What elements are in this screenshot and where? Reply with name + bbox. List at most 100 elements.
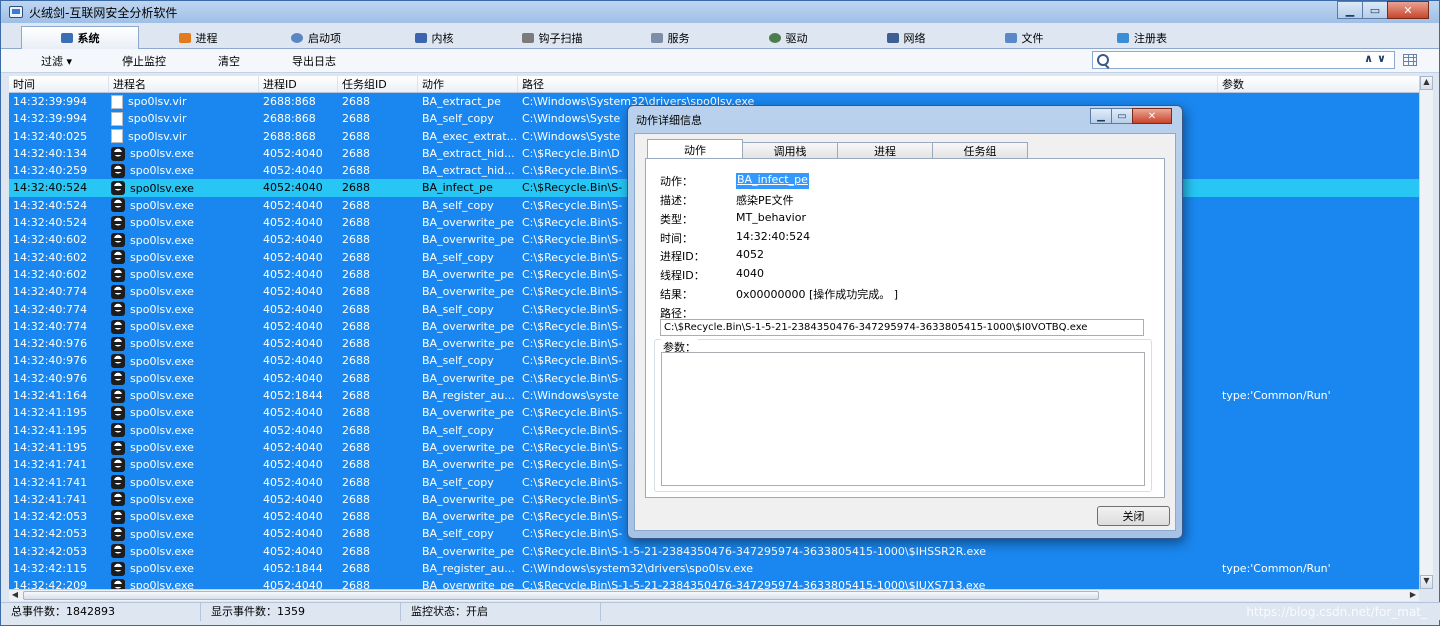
cell-process-name: spo0lsv.exe — [109, 318, 259, 335]
export-log-button[interactable]: 导出日志 — [280, 53, 348, 69]
column-settings-icon[interactable] — [1403, 54, 1417, 66]
tab-network[interactable]: 网络 — [847, 26, 965, 49]
field-value[interactable]: 14:32:40:524 — [736, 230, 810, 246]
field-value[interactable]: 4040 — [736, 267, 764, 283]
field-value[interactable]: 0x00000000 [操作成功完成。 ] — [736, 286, 898, 302]
col-action[interactable]: 动作 — [418, 76, 518, 92]
cell-param: type:'Common/Run' — [1222, 389, 1331, 403]
cell-time: 14:32:42:053 — [13, 527, 88, 541]
dialog-minimize-button[interactable]: ▁ — [1090, 108, 1112, 124]
tab-action[interactable]: 动作 — [647, 139, 743, 159]
cell-time: 14:32:40:524 — [13, 216, 88, 230]
table-row[interactable]: 14:32:42:115 spo0lsv.exe 4052:1844 2688 BA_r… — [9, 560, 1433, 578]
field-value[interactable]: 感染PE文件 — [736, 192, 794, 208]
col-task-group-id[interactable]: 任务组ID — [338, 76, 418, 92]
cell-time: 14:32:41:741 — [13, 475, 88, 489]
minimize-button[interactable]: ▁ — [1337, 1, 1363, 19]
cell-time: 14:32:41:195 — [13, 440, 88, 454]
cell-param — [1218, 370, 1433, 387]
scroll-right-icon[interactable]: ▶ — [1407, 590, 1419, 601]
cell-param — [1218, 93, 1433, 110]
horizontal-scrollbar[interactable]: ◀ ▶ — [9, 589, 1419, 601]
search-input[interactable]: ∧∨ — [1092, 51, 1395, 69]
cell-task-group-id: 2688 — [342, 146, 370, 160]
tab-task-group[interactable]: 任务组 — [932, 142, 1028, 159]
horizontal-scroll-thumb[interactable] — [23, 591, 1099, 600]
cell-process-id: 4052:1844 — [263, 389, 323, 403]
cell-time: 14:32:40:774 — [13, 319, 88, 333]
col-process-name[interactable]: 进程名 — [109, 76, 259, 92]
tab-registry[interactable]: 注册表 — [1083, 26, 1201, 49]
cell-task-group-id: 2688 — [342, 112, 370, 126]
tab-label: 服务 — [667, 31, 690, 45]
dialog-maximize-button[interactable]: ▭ — [1111, 108, 1133, 124]
col-path[interactable]: 路径 — [518, 76, 1218, 92]
search-nav-arrows[interactable]: ∧∨ — [1364, 52, 1390, 65]
cell-process-name: spo0lsv.exe — [109, 266, 259, 283]
tab-service[interactable]: 服务 — [611, 26, 729, 49]
scroll-left-icon[interactable]: ◀ — [9, 590, 21, 601]
cell-task-group-id: 2688 — [342, 354, 370, 368]
cell-process-name: spo0lsv.exe — [109, 301, 259, 318]
process-name-text: spo0lsv.exe — [130, 268, 194, 282]
field-value[interactable]: 4052 — [736, 248, 764, 264]
table-row[interactable]: 14:32:42:053 spo0lsv.exe 4052:4040 2688 BA_o… — [9, 542, 1433, 561]
cell-process-id: 4052:4040 — [263, 440, 323, 454]
clear-button[interactable]: 清空 — [206, 53, 252, 69]
tab-dialog-process[interactable]: 进程 — [837, 142, 933, 159]
tab-process[interactable]: 进程 — [139, 26, 257, 49]
panda-process-icon — [111, 181, 125, 196]
table-row[interactable]: 14:32:42:209 spo0lsv.exe 4052:4040 2688 BA_o… — [9, 577, 1433, 589]
tab-file[interactable]: 文件 — [965, 26, 1083, 49]
tab-system[interactable]: 系统 — [21, 26, 139, 49]
cell-action: BA_overwrite_pe — [422, 319, 515, 333]
scroll-down-icon[interactable]: ▼ — [1420, 575, 1433, 589]
params-field[interactable] — [661, 352, 1145, 486]
cell-process-name: spo0lsv.exe — [109, 197, 259, 214]
cell-process-name: spo0lsv.exe — [109, 387, 259, 404]
network-icon — [886, 32, 899, 43]
cell-process-id: 4052:4040 — [263, 579, 323, 589]
vertical-scrollbar[interactable]: ▲ ▼ — [1419, 76, 1433, 589]
tab-driver[interactable]: 驱动 — [729, 26, 847, 49]
cell-time: 14:32:41:164 — [13, 389, 88, 403]
dialog-close-button[interactable]: 关闭 — [1097, 506, 1170, 526]
filter-button[interactable]: 过滤 ▾ — [1, 53, 82, 69]
tab-startup[interactable]: 启动项 — [257, 26, 375, 49]
cell-action: BA_overwrite_pe — [422, 267, 515, 281]
close-button[interactable]: ✕ — [1387, 1, 1429, 19]
cell-action: BA_overwrite_pe — [422, 285, 515, 299]
cell-param — [1218, 577, 1433, 589]
cell-param — [1218, 404, 1433, 421]
cell-task-group-id: 2688 — [342, 562, 370, 576]
tab-kernel[interactable]: 内核 — [375, 26, 493, 49]
tab-hook-scan[interactable]: 钩子扫描 — [493, 26, 611, 49]
cell-process-name: spo0lsv.exe — [109, 145, 259, 162]
field-label: 描述： — [660, 194, 693, 207]
cell-task-group-id: 2688 — [342, 389, 370, 403]
dialog-close-x-button[interactable]: ✕ — [1132, 108, 1172, 124]
col-time[interactable]: 时间 — [9, 76, 109, 92]
cell-process-id: 4052:4040 — [263, 406, 323, 420]
cell-task-group-id: 2688 — [342, 319, 370, 333]
scroll-up-icon[interactable]: ▲ — [1420, 76, 1433, 90]
cell-param: type:'Common/Run' — [1222, 562, 1331, 576]
path-field[interactable]: C:\$Recycle.Bin\S-1-5-21-2384350476-3472… — [660, 319, 1144, 336]
col-process-id[interactable]: 进程ID — [259, 76, 338, 92]
cell-action: BA_self_copy — [422, 527, 494, 541]
panda-process-icon — [111, 423, 125, 438]
dialog-title: 动作详细信息 — [636, 114, 702, 127]
cell-task-group-id: 2688 — [342, 579, 370, 589]
stop-monitor-button[interactable]: 停止监控 — [110, 53, 178, 69]
field-value[interactable]: BA_infect_pe — [736, 173, 809, 189]
field-value[interactable]: MT_behavior — [736, 211, 806, 227]
cell-action: BA_self_copy — [422, 302, 494, 316]
col-param[interactable]: 参数 — [1218, 76, 1433, 92]
maximize-button[interactable]: ▭ — [1362, 1, 1388, 19]
cell-action: BA_overwrite_pe — [422, 510, 515, 524]
tab-call-stack[interactable]: 调用栈 — [742, 142, 838, 159]
service-icon — [650, 32, 663, 43]
panda-process-icon — [111, 457, 125, 472]
field-label: 进程ID： — [660, 250, 705, 263]
cell-param — [1218, 508, 1433, 525]
